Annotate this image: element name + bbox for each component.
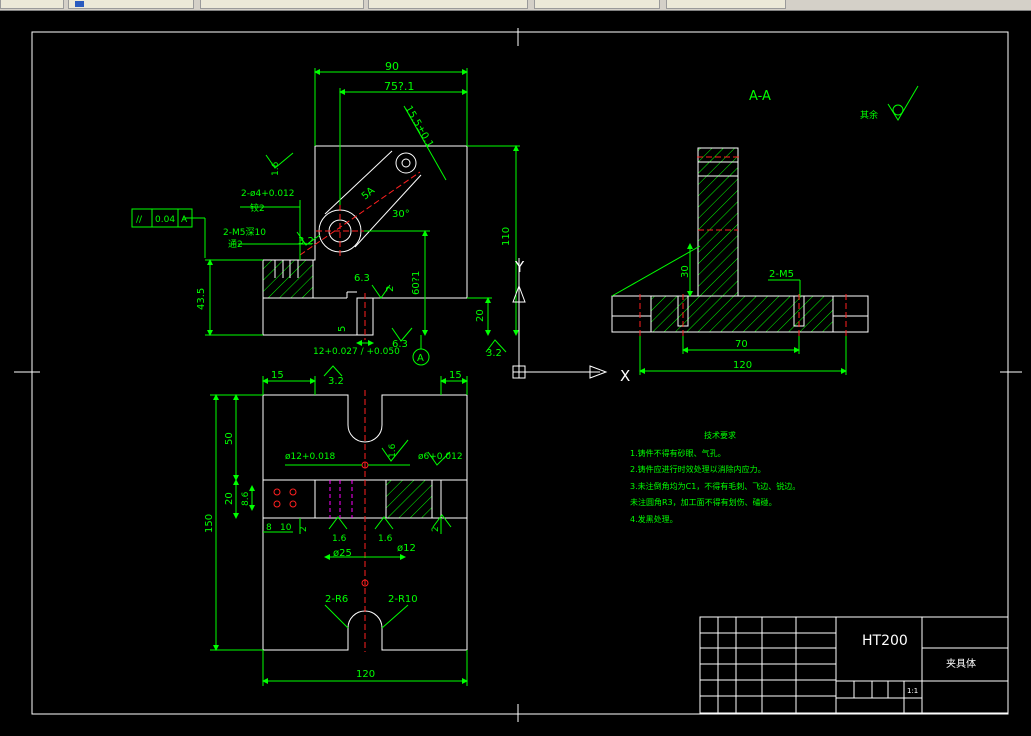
dim-60: 60?1 — [411, 271, 422, 295]
dim-110: 110 — [501, 227, 512, 246]
top-hole-phi6: ø6+0.012 — [418, 452, 463, 462]
title-scale: 1:1 — [907, 687, 918, 695]
technical-notes: 技术要求 1.铸件不得有砂眼、气孔。 2.铸件应进行时效处理以消除内应力。 3.… — [630, 430, 800, 524]
document-tab-2[interactable] — [68, 0, 194, 9]
drawing-canvas[interactable]: 90 75?.1 15.5±0.1 5A 30° 110 43.5 20 5 6… — [0, 11, 1031, 736]
dim-43-5: 43.5 — [196, 288, 207, 310]
section-dim-70: 70 — [735, 339, 748, 350]
notes-title: 技术要求 — [704, 430, 736, 440]
document-tab-3[interactable] — [200, 0, 364, 9]
roughness-3-2-a: 3.2 — [298, 236, 314, 247]
tolerance-value: 0.04 — [155, 215, 175, 225]
ucs-x-label: X — [620, 367, 630, 385]
top-view[interactable]: 15 15 50 150 20 8.6 8 10 2 2 ø12+0.018 ø… — [204, 370, 468, 686]
surface-finish-icon — [887, 85, 919, 121]
top-hole-phi12: ø12+0.018 — [285, 452, 336, 462]
front-view[interactable]: 90 75?.1 15.5±0.1 5A 30° 110 43.5 20 5 6… — [131, 60, 520, 387]
note-item-3: 3.未注倒角均为C1，不得有毛刺、飞边、锐边。 — [630, 481, 800, 491]
document-tab-bar — [0, 0, 1031, 11]
top-dim-r6: 2-R6 — [325, 594, 348, 605]
section-view[interactable]: A-A 其余 30 2-M5 70 120 — [611, 85, 919, 375]
dim-15-5: 15.5±0.1 — [402, 104, 435, 150]
dim-5a: 5A — [360, 185, 377, 202]
roughness-3-2-c: 3.2 — [486, 348, 502, 359]
section-dim-m5: 2-M5 — [769, 269, 794, 280]
tolerance-datum-ref: A — [181, 215, 188, 225]
top-dim-20: 20 — [224, 492, 235, 505]
hole-phi4-note: 铰2 — [250, 202, 265, 214]
section-title: A-A — [749, 89, 771, 104]
tolerance-symbol: // — [136, 215, 143, 225]
top-roughness-1-6-b: 1.6 — [332, 534, 347, 544]
document-tab-6[interactable] — [666, 0, 786, 9]
hole-phi4-callout: 2-ø4+0.012 — [241, 189, 295, 199]
tap-m5-callout: 2-M5深10 — [223, 227, 266, 238]
note-item-2: 2.铸件应进行时效处理以消除内应力。 — [630, 464, 766, 474]
section-dim-30: 30 — [680, 265, 691, 278]
tap-m5-note: 通2 — [228, 239, 243, 250]
dim-30-deg: 30° — [392, 209, 410, 220]
frame-centering-marks — [14, 28, 1022, 722]
top-roughness-1-6-c: 1.6 — [378, 534, 393, 544]
top-dim-15-a: 15 — [271, 370, 284, 381]
dim-2: 2 — [385, 286, 396, 292]
title-block: HT200 夹具体 1:1 — [699, 616, 1009, 714]
top-roughness-1-6-a: 1.6 — [388, 443, 398, 458]
top-dim-120: 120 — [356, 669, 375, 680]
top-dim-8-6: 8.6 — [241, 491, 251, 506]
top-dim-8: 8 — [266, 523, 272, 533]
top-dim-50: 50 — [224, 432, 235, 445]
dim-12-tol: 12+0.027 / +0.050 — [313, 347, 400, 357]
ucs-icon: Y X — [512, 258, 630, 385]
roughness-6-3-b: 6.3 — [392, 339, 408, 350]
ucs-y-label: Y — [514, 258, 525, 276]
dim-90: 90 — [385, 60, 399, 73]
title-material: HT200 — [862, 633, 908, 649]
document-tab-1[interactable] — [0, 0, 64, 9]
top-dim-150: 150 — [204, 514, 215, 533]
roughness-3-2-b: 3.2 — [328, 376, 344, 387]
top-dim-phi12-b: ø12 — [397, 543, 416, 554]
document-tab-4[interactable] — [368, 0, 528, 9]
front-hatch-region — [262, 259, 314, 299]
note-item-1: 1.铸件不得有砂眼、气孔。 — [630, 448, 726, 458]
document-tab-5[interactable] — [534, 0, 660, 9]
dim-75: 75?.1 — [384, 80, 414, 93]
dim-5: 5 — [337, 326, 348, 332]
section-rib — [697, 147, 739, 297]
top-dim-r10: 2-R10 — [388, 594, 418, 605]
top-dim-phi25: ø25 — [333, 548, 352, 559]
title-part-name: 夹具体 — [946, 657, 976, 670]
top-dim-2-a: 2 — [299, 526, 309, 532]
section-dim-120: 120 — [733, 360, 752, 371]
roughness-1-6: 1.6 — [271, 161, 281, 176]
top-dim-2-b: 2 — [431, 526, 441, 532]
drawing-file-icon — [75, 1, 84, 7]
drawing-frame — [31, 31, 1009, 715]
top-hatch-region — [385, 479, 433, 519]
top-dim-15-b: 15 — [449, 370, 462, 381]
note-item-4: 4.发黑处理。 — [630, 514, 678, 524]
datum-a-label: A — [417, 353, 424, 364]
roughness-6-3-a: 6.3 — [354, 273, 370, 284]
finish-label: 其余 — [860, 109, 878, 121]
note-item-3-cont: 未注圆角R3，加工面不得有划伤、磕碰。 — [630, 497, 777, 507]
dim-20: 20 — [475, 309, 486, 322]
top-dim-10: 10 — [280, 523, 292, 533]
